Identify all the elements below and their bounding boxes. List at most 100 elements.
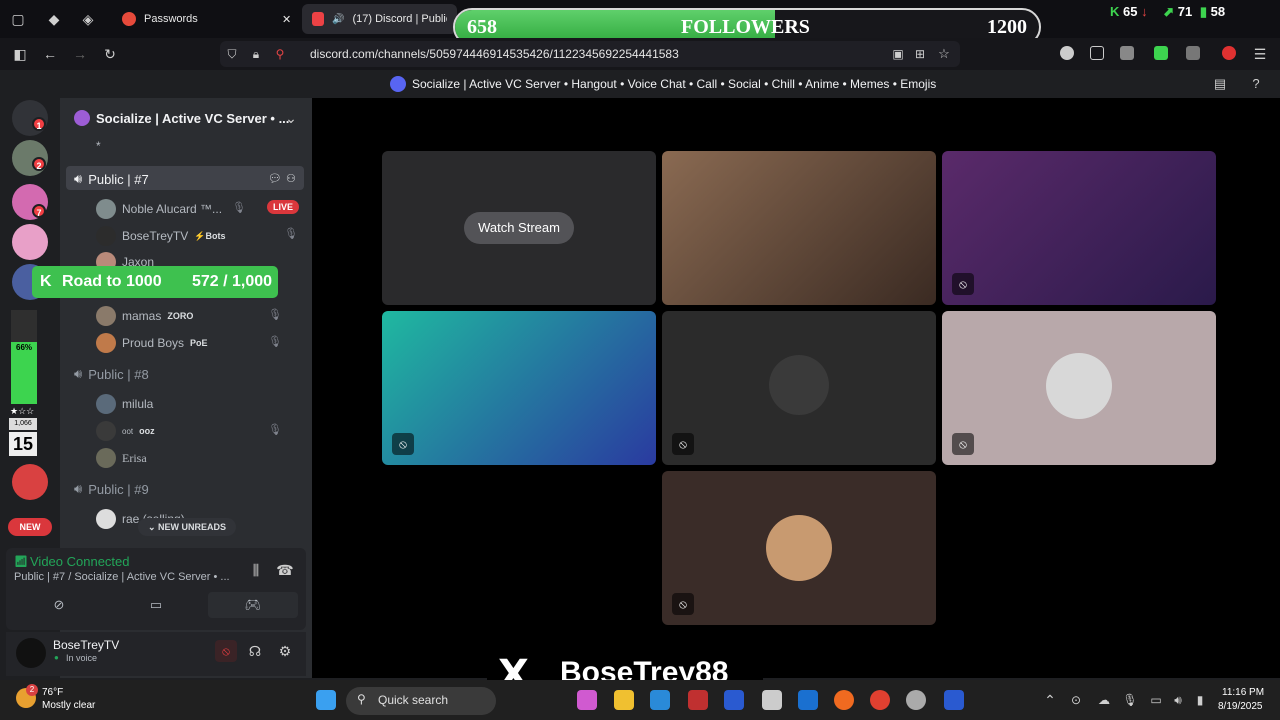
shield-icon[interactable]: ⛉ (222, 44, 242, 64)
mic-muted-button[interactable]: ⦸ (215, 640, 237, 662)
avatar[interactable] (16, 638, 46, 668)
mute-icon: 🎙︎ (268, 309, 282, 321)
cloud-icon[interactable]: ☁ (1094, 690, 1114, 710)
headphones-icon[interactable]: ☊ (245, 641, 265, 661)
reload-button[interactable]: ↻ (100, 44, 120, 64)
mic-permission-icon[interactable]: ⚲ (270, 44, 290, 64)
outlook-icon[interactable] (798, 690, 818, 710)
server-name[interactable]: Socialize | Active VC Server • ... (96, 111, 289, 126)
tray-icon[interactable]: ⊙ (1066, 690, 1086, 710)
add-member-icon[interactable]: ⚇ (286, 172, 296, 185)
video-tile[interactable]: ⦸ (382, 311, 656, 465)
camera-off-button[interactable]: ⊘ (14, 592, 104, 618)
channel-public-9[interactable]: 🔊︎ Public | #9 (74, 481, 149, 497)
chevron-down-icon[interactable]: ⌄ (281, 108, 301, 128)
chrome-icon[interactable] (870, 690, 890, 710)
menu-icon[interactable]: ☰ (1250, 44, 1270, 64)
counter-a: 1,066 (9, 418, 37, 430)
video-tile[interactable] (662, 151, 936, 305)
username[interactable]: BoseTreyTV (53, 638, 119, 652)
disconnect-icon[interactable]: ☎ (275, 560, 295, 580)
taskbar-app-icon[interactable] (724, 690, 744, 710)
extension-grid-icon[interactable] (1120, 46, 1134, 60)
member-row[interactable]: mamas ZORO (96, 306, 193, 326)
store-icon[interactable] (762, 690, 782, 710)
mic-level-label: 66% (16, 343, 33, 352)
chat-icon[interactable]: 💬︎ (268, 172, 282, 185)
member-tag: ZORO (167, 311, 194, 321)
battery-icon[interactable]: ▮ (1190, 690, 1210, 710)
member-row[interactable]: Proud Boys PoE (96, 333, 208, 353)
obs-icon[interactable] (906, 690, 926, 710)
lock-icon[interactable]: 🔒︎ (246, 44, 266, 64)
member-name: Erisa (122, 450, 147, 465)
volume-icon[interactable]: 🔊︎ (1168, 690, 1188, 710)
new-unreads-button[interactable]: ⌄ NEW UNREADS (138, 518, 236, 536)
tab-passwords[interactable]: Passwords ✕ (112, 4, 298, 34)
activity-button[interactable]: 🎮︎ (208, 592, 298, 618)
taskbar-app-icon[interactable] (577, 690, 597, 710)
windows-start-icon[interactable] (316, 690, 336, 710)
grid-icon[interactable]: ⊞ (910, 44, 930, 64)
extensions-puzzle-icon[interactable] (1090, 46, 1104, 60)
mic-muted-icon: ⦸ (952, 273, 974, 295)
server-badge-2: 7 (32, 204, 46, 218)
server-avatar-red[interactable] (12, 464, 48, 500)
kick-icon: K (40, 273, 52, 290)
extension-red-icon[interactable] (1222, 46, 1236, 60)
bookmark-star-icon[interactable]: ☆ (934, 44, 954, 64)
video-tile[interactable]: ⦸ (942, 151, 1216, 305)
display-icon[interactable]: ▭ (1146, 690, 1166, 710)
screen-share-button[interactable]: ▭ (111, 592, 201, 618)
help-icon[interactable]: ? (1246, 74, 1266, 94)
avatar-tile[interactable]: ⦸ (942, 311, 1216, 465)
weather-desc[interactable]: Mostly clear (42, 700, 95, 711)
new-badge[interactable]: NEW (8, 518, 52, 536)
pinned-tab-2-icon[interactable]: ◈ (78, 9, 98, 29)
voice-channel-info[interactable]: Public | #7 / Socialize | Active VC Serv… (14, 571, 230, 583)
taskbar-app-icon[interactable] (688, 690, 708, 710)
pinned-tab-icon[interactable]: ◆ (44, 9, 64, 29)
noise-suppression-icon[interactable]: ⫼ (246, 560, 266, 580)
file-explorer-icon[interactable] (614, 690, 634, 710)
mic-icon[interactable]: 🎙︎ (1120, 690, 1140, 710)
voice-status[interactable]: Video Connected (30, 554, 130, 569)
back-button[interactable]: ← (40, 44, 60, 64)
extension-grey-icon[interactable] (1186, 46, 1200, 60)
server-avatar-3[interactable] (12, 224, 48, 260)
channel-label: Public | #8 (88, 366, 149, 382)
member-row[interactable]: Erisa (96, 448, 147, 468)
extension-green-icon[interactable] (1154, 46, 1168, 60)
clock-date[interactable]: 8/19/2025 (1218, 701, 1263, 712)
taskbar-app-icon[interactable] (944, 690, 964, 710)
member-row[interactable]: BoseTreyTV ⚡Bots (96, 226, 225, 246)
member-row[interactable]: oot ooz (96, 421, 155, 441)
watch-stream-button[interactable]: Watch Stream (464, 212, 574, 244)
road-label: Road to 1000 (62, 273, 162, 290)
member-row[interactable]: Noble Alucard ™... (96, 199, 222, 219)
chevron-down-icon: ⌄ (147, 522, 159, 532)
settings-gear-icon[interactable]: ⚙ (275, 641, 295, 661)
clock-time[interactable]: 11:16 PM (1222, 687, 1264, 698)
channel-public-7[interactable]: 🔊︎ Public | #7 (74, 171, 149, 187)
member-row[interactable]: milula (96, 394, 153, 414)
chevron-up-icon[interactable]: ⌃ (1040, 690, 1060, 710)
avatar-tile[interactable]: ⦸ (662, 471, 936, 625)
edge-icon[interactable] (650, 690, 670, 710)
channel-public-8[interactable]: 🔊︎ Public | #8 (74, 366, 149, 382)
weather-temp[interactable]: 76°F (42, 687, 63, 698)
forward-button[interactable]: → (70, 44, 90, 64)
avatar-tile[interactable]: ⦸ (662, 311, 936, 465)
tab-discord[interactable]: 🔊 (17) Discord | Public | #7 (302, 4, 457, 34)
sidebar-toggle-icon[interactable]: ◧ (10, 44, 30, 64)
tab-overview-icon[interactable]: ▢ (8, 9, 28, 29)
firefox-icon[interactable] (834, 690, 854, 710)
picture-in-picture-icon[interactable]: ▣ (888, 44, 908, 64)
extension-b-icon[interactable] (1060, 46, 1074, 60)
url-text[interactable]: discord.com/channels/505974446914535426/… (310, 47, 679, 61)
member-star[interactable]: * (96, 139, 101, 153)
speaker-icon: 🔊︎ (74, 481, 83, 496)
close-tab-icon[interactable]: ✕ (282, 13, 291, 26)
tab-label: Passwords (144, 13, 198, 25)
inbox-icon[interactable]: ▤ (1210, 74, 1230, 94)
